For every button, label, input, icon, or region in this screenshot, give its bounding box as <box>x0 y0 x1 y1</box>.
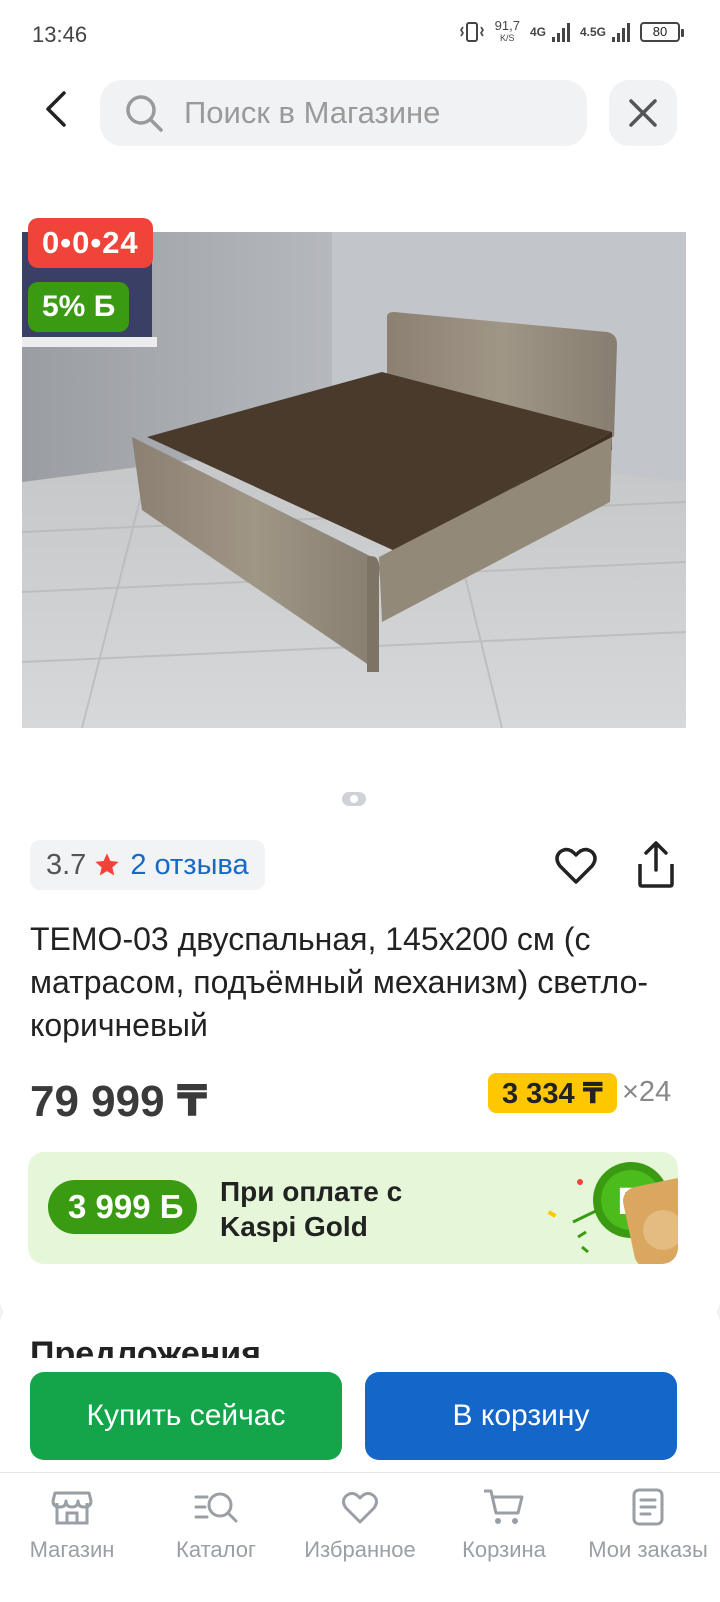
battery-icon: 80 <box>640 22 684 42</box>
cart-icon <box>484 1489 524 1524</box>
store-icon <box>51 1491 93 1525</box>
share-icon <box>638 841 674 888</box>
installment-badge: 3 334 ₸ <box>488 1073 617 1113</box>
gold-bonus-badge: 3 999 Б <box>48 1180 198 1234</box>
vibrate-icon <box>459 22 484 42</box>
search-input[interactable] <box>182 94 566 132</box>
status-icons: 91,7 K/S 4G 4.5G 80 <box>459 18 684 44</box>
orders-icon <box>632 1488 664 1526</box>
search-icon <box>126 95 163 132</box>
installment-months: ×24 <box>622 1076 672 1108</box>
offers-title: Предложения <box>30 1335 262 1358</box>
rating-value: 3.7 <box>46 848 87 881</box>
product-title: ТЕМО-03 двуспальная, 145x200 см (с матра… <box>30 921 649 1043</box>
gold-banner-text: При оплате с Kaspi Gold <box>220 1176 403 1242</box>
catalog-search-icon <box>194 1492 238 1523</box>
image-page-indicator <box>342 792 366 806</box>
nav-orders[interactable]: Мои заказы <box>576 1473 720 1601</box>
nav-cart[interactable]: Корзина <box>432 1473 576 1601</box>
timer-badge: 0•0•24 <box>28 218 153 268</box>
bottom-navigation: Магазин Каталог Избранное Корзина Мои за… <box>0 1472 720 1601</box>
heart-icon <box>342 1491 378 1524</box>
nav-catalog[interactable]: Каталог <box>144 1473 288 1601</box>
network-type-2: 4.5G <box>579 25 606 39</box>
reviews-link[interactable]: 2 отзыва <box>130 849 248 882</box>
search-box[interactable] <box>100 80 587 146</box>
rating-pill[interactable]: 3.7 2 отзыва <box>30 840 265 890</box>
nav-shop[interactable]: Магазин <box>0 1473 144 1601</box>
bonus-badge: 5% Б <box>28 282 130 332</box>
chevron-left-icon <box>46 91 66 127</box>
favorite-button[interactable] <box>552 842 600 890</box>
signal-icon-2 <box>612 22 630 42</box>
product-price: 79 999 ₸ <box>30 1077 208 1126</box>
kaspi-gold-illustration: Б <box>547 1162 678 1264</box>
share-button[interactable] <box>632 840 680 890</box>
nav-favorites[interactable]: Избранное <box>288 1473 432 1601</box>
close-icon <box>629 99 657 127</box>
back-button[interactable] <box>30 84 80 134</box>
status-time: 13:46 <box>32 22 88 47</box>
add-to-cart-button[interactable]: В корзину <box>365 1372 677 1460</box>
network-type-1: 4G <box>529 25 546 39</box>
buy-now-button[interactable]: Купить сейчас <box>30 1372 342 1460</box>
heart-icon <box>555 847 597 884</box>
network-speed: 91,7 K/S <box>494 18 520 43</box>
signal-icon <box>551 22 570 42</box>
close-button[interactable] <box>609 80 677 146</box>
kaspi-gold-banner[interactable]: 3 999 Б При оплате с Kaspi Gold Б <box>28 1152 678 1264</box>
star-icon <box>95 853 119 876</box>
